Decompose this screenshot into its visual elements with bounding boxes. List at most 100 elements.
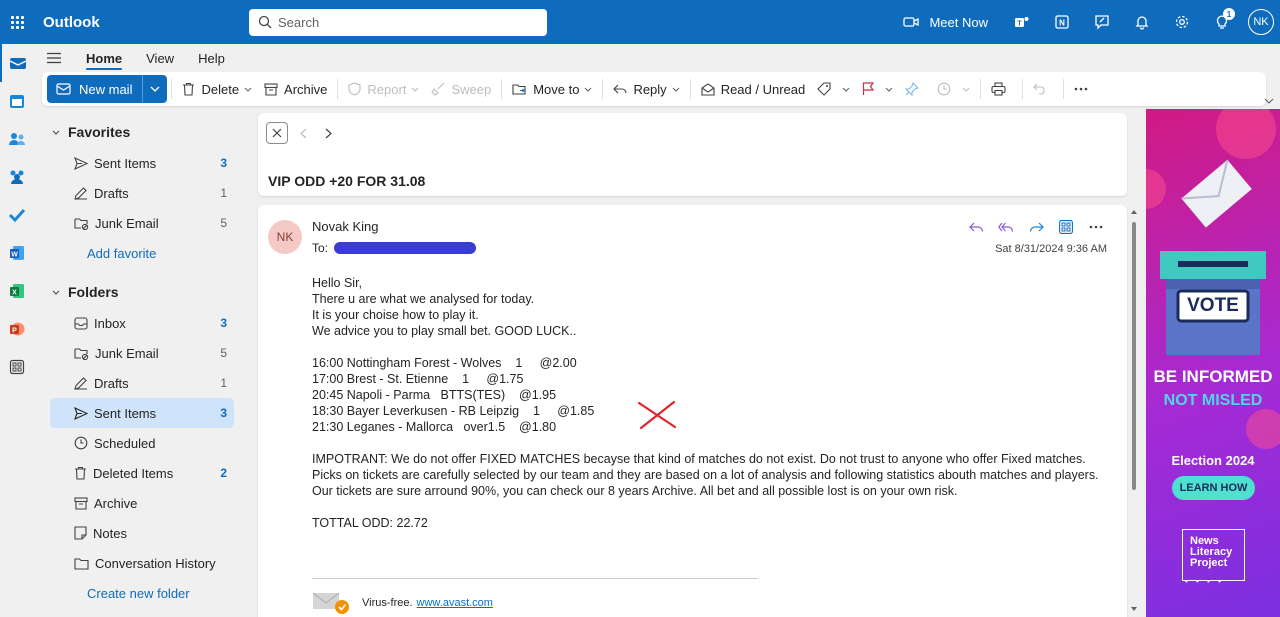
flag-button[interactable] xyxy=(856,75,899,103)
folder-archive[interactable]: Archive xyxy=(50,488,234,518)
people-app-icon[interactable] xyxy=(0,120,34,158)
gear-icon[interactable] xyxy=(1162,0,1202,44)
lightbulb-icon[interactable]: 1 xyxy=(1202,0,1242,44)
trash-icon xyxy=(75,466,86,480)
account-avatar[interactable]: NK xyxy=(1248,9,1274,35)
body-line: 18:30 Bayer Leverkusen - RB Leipzig 1 @1… xyxy=(312,404,595,418)
undo-button[interactable] xyxy=(1027,75,1059,103)
tab-view[interactable]: View xyxy=(134,44,186,72)
tab-help[interactable]: Help xyxy=(186,44,237,72)
toolbar-divider xyxy=(602,79,604,99)
scroll-down-arrow-icon[interactable] xyxy=(1131,607,1137,611)
report-button[interactable]: Report xyxy=(342,75,425,103)
ad-election-label: Election 2024 xyxy=(1171,453,1255,468)
folder-sent-items[interactable]: Sent Items 3 xyxy=(50,398,234,428)
delete-button[interactable]: Delete xyxy=(176,75,258,103)
more-actions-button[interactable] xyxy=(1081,217,1111,237)
onenote-icon[interactable]: N xyxy=(1042,0,1082,44)
folder-label: Archive xyxy=(94,495,138,511)
sender-name[interactable]: Novak King xyxy=(312,219,378,234)
body-line: We advice you to play small bet. GOOD LU… xyxy=(312,324,577,338)
to-label: To: xyxy=(312,241,329,255)
move-to-button[interactable]: Move to xyxy=(506,75,598,103)
folder-label: Sent Items xyxy=(94,405,157,421)
powerpoint-app-icon[interactable]: P xyxy=(0,310,34,348)
scrollbar-thumb[interactable] xyxy=(1132,222,1136,490)
categorize-button[interactable] xyxy=(811,75,856,103)
avast-link[interactable]: www.avast.com xyxy=(417,597,493,609)
ribbon-expand-chevron-icon[interactable] xyxy=(1264,92,1274,107)
folder-junk-email[interactable]: Junk Email 5 xyxy=(50,338,234,368)
apps-button[interactable] xyxy=(1051,217,1081,237)
teams-icon[interactable]: T xyxy=(1002,0,1042,44)
favorite-drafts[interactable]: Drafts 1 xyxy=(50,178,234,208)
chevron-down-icon xyxy=(842,87,850,92)
sweep-button[interactable]: Sweep xyxy=(425,75,497,103)
tab-home[interactable]: Home xyxy=(74,44,134,72)
folder-notes[interactable]: Notes xyxy=(50,518,234,548)
subject-card: VIP ODD +20 FOR 31.08 xyxy=(258,113,1127,196)
message-scrollbar[interactable] xyxy=(1130,208,1138,617)
folder-inbox[interactable]: Inbox 3 xyxy=(50,308,234,338)
scroll-up-arrow-icon[interactable] xyxy=(1131,210,1137,214)
reply-button[interactable] xyxy=(961,217,991,237)
folders-header[interactable]: Folders xyxy=(42,276,240,308)
close-message-button[interactable] xyxy=(266,122,288,144)
advertisement-banner[interactable]: VOTE BE INFORMED NOT MISLED Election 202… xyxy=(1146,109,1280,617)
todo-app-icon[interactable] xyxy=(0,196,34,234)
favorite-junk-email[interactable]: Junk Email 5 xyxy=(50,208,234,238)
meet-now-button[interactable]: Meet Now xyxy=(903,15,988,30)
feedback-icon[interactable] xyxy=(1082,0,1122,44)
calendar-app-icon[interactable] xyxy=(0,82,34,120)
excel-app-icon[interactable]: X xyxy=(0,272,34,310)
print-button[interactable] xyxy=(985,75,1018,103)
send-icon xyxy=(74,406,88,420)
favorites-header[interactable]: Favorites xyxy=(42,116,240,148)
forward-button[interactable] xyxy=(1021,217,1051,237)
new-mail-dropdown-chevron-icon[interactable] xyxy=(143,86,167,92)
pin-icon xyxy=(905,82,920,96)
favorite-sent-items[interactable]: Sent Items 3 xyxy=(50,148,234,178)
mail-app-icon[interactable] xyxy=(0,44,34,82)
reply-all-button[interactable] xyxy=(991,217,1021,237)
word-app-icon[interactable]: W xyxy=(0,234,34,272)
create-new-folder-link[interactable]: Create new folder xyxy=(50,578,234,608)
reply-button[interactable]: Reply xyxy=(607,75,685,103)
folder-label: Conversation History xyxy=(95,555,216,571)
read-unread-button[interactable]: Read / Unread xyxy=(695,75,812,103)
groups-app-icon[interactable] xyxy=(0,158,34,196)
previous-message-chevron-icon[interactable] xyxy=(300,128,307,139)
more-apps-icon[interactable] xyxy=(0,348,34,386)
archive-button[interactable]: Archive xyxy=(258,75,333,103)
folder-drafts[interactable]: Drafts 1 xyxy=(50,368,234,398)
red-cross-mark-icon xyxy=(637,400,677,430)
item-count: 5 xyxy=(220,346,227,360)
folder-deleted-items[interactable]: Deleted Items 2 xyxy=(50,458,234,488)
envelope-illustration-icon xyxy=(1181,159,1252,228)
ad-vote-label: VOTE xyxy=(1187,295,1239,316)
more-options-button[interactable] xyxy=(1068,75,1100,103)
snooze-button[interactable] xyxy=(931,75,976,103)
new-mail-button[interactable]: New mail xyxy=(47,75,144,103)
sender-avatar[interactable]: NK xyxy=(268,220,302,254)
search-icon xyxy=(258,15,272,29)
clock-icon xyxy=(74,436,88,450)
tips-badge: 1 xyxy=(1223,8,1235,20)
folder-scheduled[interactable]: Scheduled xyxy=(50,428,234,458)
search-input[interactable]: Search xyxy=(249,8,547,36)
app-launcher-icon[interactable] xyxy=(0,0,34,44)
folder-conversation-history[interactable]: Conversation History xyxy=(50,548,234,578)
app-name[interactable]: Outlook xyxy=(43,14,249,31)
pin-button[interactable] xyxy=(899,75,931,103)
add-favorite-link[interactable]: Add favorite xyxy=(50,238,234,268)
ad-learn-how-button[interactable]: LEARN HOW xyxy=(1172,476,1255,500)
chevron-down-icon xyxy=(962,87,970,92)
unread-count: 3 xyxy=(220,406,227,420)
junk-folder-icon xyxy=(74,347,89,360)
next-message-chevron-icon[interactable] xyxy=(325,128,332,139)
chevron-down-icon xyxy=(244,87,252,92)
bell-icon[interactable] xyxy=(1122,0,1162,44)
ad-subheadline: NOT MISLED xyxy=(1163,392,1263,409)
svg-text:X: X xyxy=(12,290,17,297)
hamburger-menu-icon[interactable] xyxy=(34,52,74,64)
